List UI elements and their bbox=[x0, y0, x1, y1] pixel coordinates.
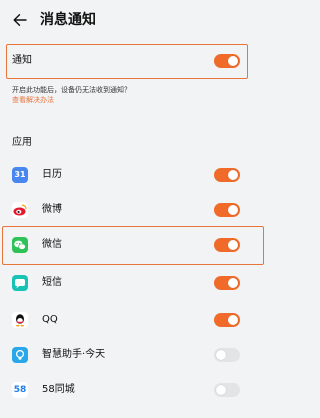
arrow-left-icon[interactable] bbox=[12, 12, 28, 28]
header: 消息通知 bbox=[0, 0, 266, 40]
toggle-knob bbox=[216, 385, 226, 395]
sms-icon bbox=[12, 275, 28, 291]
app-row-sms[interactable]: 短信 bbox=[0, 267, 266, 299]
app-toggle-58[interactable] bbox=[214, 383, 240, 397]
app-toggle-sms[interactable] bbox=[214, 276, 240, 290]
qq-icon bbox=[12, 312, 28, 328]
hint-text: 开启此功能后，设备仍无法收到通知？ bbox=[12, 86, 131, 94]
app-toggle-qq[interactable] bbox=[214, 313, 240, 327]
app-row-58[interactable]: 58 58同城 bbox=[0, 374, 266, 406]
toggle-knob bbox=[228, 315, 238, 325]
app-row-weibo[interactable]: 微博 bbox=[0, 194, 266, 226]
assistant-icon bbox=[12, 347, 28, 363]
app-name: 日历 bbox=[42, 169, 62, 180]
apps-section-title: 应用 bbox=[12, 137, 32, 148]
weibo-icon-glyph bbox=[13, 204, 27, 216]
solution-link[interactable]: 查看解决办法 bbox=[12, 95, 54, 105]
toggle-knob bbox=[228, 205, 238, 215]
app-toggle-calendar[interactable] bbox=[214, 168, 240, 182]
notification-toggle[interactable] bbox=[214, 54, 240, 68]
page-title: 消息通知 bbox=[40, 12, 96, 28]
app-name: 微信 bbox=[42, 239, 62, 250]
app-row-calendar[interactable]: 31 日历 bbox=[0, 159, 266, 191]
58-icon-label: 58 bbox=[13, 384, 27, 395]
app-row-wechat[interactable]: 微信 bbox=[0, 229, 266, 261]
app-toggle-weibo[interactable] bbox=[214, 203, 240, 217]
app-row-qq[interactable]: QQ bbox=[0, 304, 266, 336]
assistant-icon-glyph bbox=[15, 349, 25, 360]
app-name: 短信 bbox=[42, 277, 62, 288]
notification-row[interactable]: 通知 bbox=[8, 47, 258, 75]
app-name: 58同城 bbox=[42, 384, 75, 395]
calendar-icon-label: 31 bbox=[14, 170, 26, 179]
app-name: QQ bbox=[42, 314, 58, 325]
app-row-assistant[interactable]: 智慧助手·今天 bbox=[0, 339, 266, 371]
app-toggle-assistant[interactable] bbox=[214, 348, 240, 362]
app-name: 微博 bbox=[42, 204, 62, 215]
app-name: 智慧助手·今天 bbox=[42, 349, 106, 360]
calendar-icon: 31 bbox=[12, 167, 28, 183]
wechat-icon-glyph bbox=[14, 240, 26, 250]
wechat-icon bbox=[12, 237, 28, 253]
toggle-knob bbox=[228, 170, 238, 180]
toggle-knob bbox=[216, 350, 226, 360]
toggle-knob bbox=[228, 240, 238, 250]
58-icon: 58 bbox=[12, 382, 28, 398]
qq-icon-glyph bbox=[16, 314, 24, 327]
weibo-icon bbox=[12, 202, 28, 218]
toggle-knob bbox=[228, 56, 238, 66]
toggle-knob bbox=[228, 278, 238, 288]
notification-label: 通知 bbox=[12, 55, 32, 66]
notification-settings-screen: 消息通知 通知 开启此功能后，设备仍无法收到通知？ 查看解决办法 应用 31 日… bbox=[0, 0, 266, 418]
sms-icon-glyph bbox=[15, 279, 25, 289]
app-toggle-wechat[interactable] bbox=[214, 238, 240, 252]
